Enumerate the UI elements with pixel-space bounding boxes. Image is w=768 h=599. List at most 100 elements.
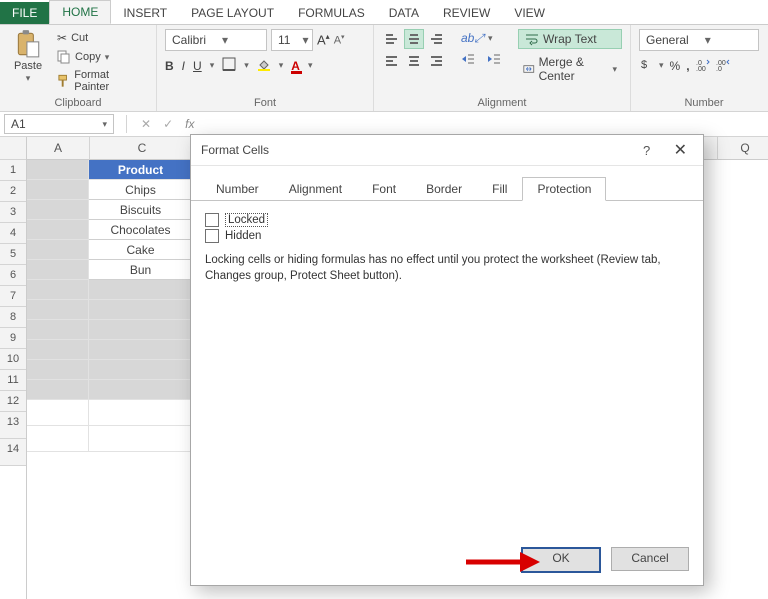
row-header-9[interactable]: 9 xyxy=(0,328,26,349)
column-header-Q[interactable]: Q xyxy=(718,137,768,160)
font-color-button[interactable]: A xyxy=(291,59,300,73)
decrease-font-icon[interactable]: A▾ xyxy=(334,33,345,47)
underline-button[interactable]: U xyxy=(193,59,202,73)
dialog-tab-alignment[interactable]: Alignment xyxy=(274,177,357,201)
cell[interactable] xyxy=(89,280,193,300)
row-header-4[interactable]: 4 xyxy=(0,223,26,244)
cell[interactable] xyxy=(89,360,193,380)
name-box[interactable]: A1 ▾ xyxy=(4,114,114,134)
wrap-text-button[interactable]: Wrap Text xyxy=(518,29,622,49)
increase-decimal-button[interactable]: .0.00 xyxy=(696,57,710,74)
format-painter-button[interactable]: Format Painter xyxy=(52,67,148,95)
copy-button[interactable]: Copy ▾ xyxy=(52,48,148,66)
italic-button[interactable]: I xyxy=(182,59,185,73)
cell[interactable]: Chocolates xyxy=(89,220,193,240)
cell[interactable] xyxy=(27,260,89,280)
fill-color-button[interactable] xyxy=(257,57,271,74)
cell[interactable] xyxy=(27,180,89,200)
paste-button[interactable]: Paste ▾ xyxy=(8,29,48,84)
cancel-formula-icon[interactable]: ✕ xyxy=(141,117,151,131)
comma-format-button[interactable]: , xyxy=(686,59,689,73)
cell[interactable]: Chips xyxy=(89,180,193,200)
cell[interactable] xyxy=(27,280,89,300)
cell[interactable] xyxy=(89,380,193,400)
column-header-C[interactable]: C xyxy=(90,137,195,160)
cancel-button[interactable]: Cancel xyxy=(611,547,689,571)
tab-file[interactable]: FILE xyxy=(0,2,49,24)
increase-font-icon[interactable]: A▴ xyxy=(317,32,330,47)
border-button[interactable] xyxy=(222,57,236,74)
align-bottom-left-button[interactable] xyxy=(382,51,402,71)
cell[interactable] xyxy=(27,220,89,240)
cell[interactable] xyxy=(27,200,89,220)
tab-home[interactable]: HOME xyxy=(49,0,111,24)
cell[interactable] xyxy=(27,240,89,260)
cell[interactable] xyxy=(27,320,89,340)
dialog-help-button[interactable]: ? xyxy=(643,143,650,158)
row-header-1[interactable]: 1 xyxy=(0,160,26,181)
tab-view[interactable]: VIEW xyxy=(502,2,557,24)
merge-center-button[interactable]: Merge & Center ▾ xyxy=(518,53,622,85)
tab-data[interactable]: DATA xyxy=(377,2,431,24)
cell[interactable] xyxy=(27,340,89,360)
fx-icon[interactable]: fx xyxy=(185,117,194,131)
row-header-14[interactable]: 14 xyxy=(0,439,26,466)
cell[interactable] xyxy=(89,400,193,426)
cell[interactable] xyxy=(27,426,89,452)
cell[interactable]: Bun xyxy=(89,260,193,280)
number-format-combo[interactable]: General▾ xyxy=(639,29,759,51)
enter-formula-icon[interactable]: ✓ xyxy=(163,117,173,131)
align-top-right-button[interactable] xyxy=(426,29,446,49)
dialog-tab-number[interactable]: Number xyxy=(201,177,274,201)
cut-button[interactable]: ✂ Cut xyxy=(52,29,148,47)
align-top-center-button[interactable] xyxy=(404,29,424,49)
orientation-button[interactable]: ab⤢▾ xyxy=(456,29,506,48)
row-header-10[interactable]: 10 xyxy=(0,349,26,370)
font-name-combo[interactable]: Calibri▾ xyxy=(165,29,267,51)
percent-format-button[interactable]: % xyxy=(670,59,681,73)
cell[interactable] xyxy=(27,360,89,380)
accounting-format-button[interactable]: $ xyxy=(639,57,653,74)
tab-review[interactable]: REVIEW xyxy=(431,2,502,24)
dialog-close-button[interactable]: ✕ xyxy=(668,140,693,161)
cell[interactable]: Biscuits xyxy=(89,200,193,220)
cell[interactable] xyxy=(27,380,89,400)
row-header-5[interactable]: 5 xyxy=(0,244,26,265)
bold-button[interactable]: B xyxy=(165,59,174,73)
cell[interactable] xyxy=(27,300,89,320)
align-bottom-center-button[interactable] xyxy=(404,51,424,71)
locked-checkbox[interactable]: Locked xyxy=(205,213,689,227)
tab-insert[interactable]: INSERT xyxy=(111,2,179,24)
row-header-13[interactable]: 13 xyxy=(0,412,26,439)
ok-button[interactable]: OK xyxy=(521,547,601,573)
decrease-decimal-button[interactable]: .00.0 xyxy=(716,57,730,74)
cell[interactable]: Product xyxy=(89,160,193,180)
row-header-8[interactable]: 8 xyxy=(0,307,26,328)
row-header-2[interactable]: 2 xyxy=(0,181,26,202)
decrease-indent-button[interactable] xyxy=(456,50,480,68)
tab-page-layout[interactable]: PAGE LAYOUT xyxy=(179,2,286,24)
cell[interactable] xyxy=(89,300,193,320)
dialog-tab-font[interactable]: Font xyxy=(357,177,411,201)
cell[interactable] xyxy=(89,426,193,452)
font-size-combo[interactable]: 11▾ xyxy=(271,29,313,51)
cell[interactable] xyxy=(27,400,89,426)
increase-indent-button[interactable] xyxy=(482,50,506,68)
align-bottom-right-button[interactable] xyxy=(426,51,446,71)
dialog-tab-border[interactable]: Border xyxy=(411,177,477,201)
cell[interactable] xyxy=(89,320,193,340)
hidden-checkbox[interactable]: Hidden xyxy=(205,229,689,243)
cell[interactable]: Cake xyxy=(89,240,193,260)
row-header-12[interactable]: 12 xyxy=(0,391,26,412)
align-top-left-button[interactable] xyxy=(382,29,402,49)
cell[interactable] xyxy=(89,340,193,360)
cell[interactable] xyxy=(27,160,89,180)
dialog-tab-fill[interactable]: Fill xyxy=(477,177,522,201)
row-header-3[interactable]: 3 xyxy=(0,202,26,223)
dialog-tab-protection[interactable]: Protection xyxy=(522,177,606,201)
tab-formulas[interactable]: FORMULAS xyxy=(286,2,377,24)
select-all-corner[interactable] xyxy=(0,137,26,160)
column-header-A[interactable]: A xyxy=(27,137,90,160)
row-header-6[interactable]: 6 xyxy=(0,265,26,286)
row-header-7[interactable]: 7 xyxy=(0,286,26,307)
